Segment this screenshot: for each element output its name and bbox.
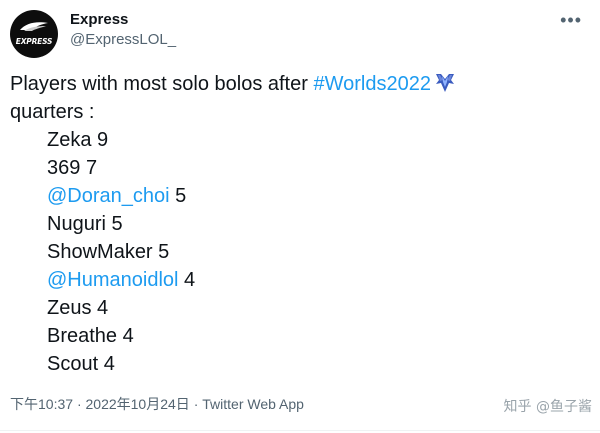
player-mention-link[interactable]: @Doran_choi	[47, 185, 170, 207]
worlds-trophy-icon	[435, 74, 454, 92]
wing-logo-icon	[20, 22, 48, 31]
avatar-wordmark: EXPRESS	[15, 37, 53, 46]
tweet-time[interactable]: 下午10:37	[10, 396, 73, 412]
player-count: 7	[85, 157, 98, 179]
player-mention-link[interactable]: @Humanoidlol	[47, 269, 178, 291]
meta-separator: ·	[193, 396, 199, 412]
meta-separator: ·	[76, 396, 82, 412]
player-row: ShowMaker 5	[47, 238, 570, 266]
player-count: 4	[103, 353, 115, 375]
player-row: Breathe 4	[47, 322, 570, 350]
player-name: Zeus	[47, 297, 92, 319]
tweet-meta: 下午10:37 · 2022年10月24日 · Twitter Web App	[10, 394, 304, 414]
player-count: 9	[97, 129, 109, 151]
zhihu-watermark: 知乎 @鱼子酱	[503, 399, 592, 415]
player-row: 369 7	[47, 154, 570, 182]
intro-line-2: quarters :	[10, 101, 95, 123]
tweet-date[interactable]: 2022年10月24日	[86, 396, 190, 412]
divider	[0, 430, 600, 431]
player-row: Nuguri 5	[47, 210, 570, 238]
player-name: 369	[47, 157, 81, 179]
player-name: ShowMaker	[47, 241, 153, 263]
tweet-text: Players with most solo bolos after #Worl…	[10, 70, 570, 378]
player-count: 4	[97, 297, 109, 319]
author-handle[interactable]: @ExpressLOL_	[70, 31, 176, 48]
intro-text: Players with most solo bolos after	[10, 73, 314, 95]
player-row: @Doran_choi 5	[47, 182, 570, 210]
player-count: 5	[175, 185, 187, 207]
player-name: Nuguri	[47, 213, 106, 235]
player-list: Zeka 9 369 7 @Doran_choi 5 Nuguri 5 ShowMake…	[10, 126, 570, 378]
player-row: @Humanoidlol 4	[47, 266, 570, 294]
tweet-source[interactable]: Twitter Web App	[202, 396, 304, 412]
intro-line: Players with most solo bolos after #Worl…	[10, 70, 570, 98]
player-count: 4	[184, 269, 196, 291]
player-row: Zeka 9	[47, 126, 570, 154]
player-name: Scout	[47, 353, 99, 375]
player-count: 4	[122, 325, 134, 347]
player-name: Zeka	[47, 129, 92, 151]
tweet-header: EXPRESS Express @ExpressLOL_ •••	[10, 10, 590, 58]
hashtag-link[interactable]: #Worlds2022	[313, 73, 430, 95]
more-options-icon[interactable]: •••	[560, 10, 582, 31]
author-name[interactable]: Express	[70, 11, 128, 28]
player-count: 5	[158, 241, 170, 263]
player-name: Breathe	[47, 325, 118, 347]
avatar[interactable]: EXPRESS	[10, 10, 58, 58]
player-row: Scout 4	[47, 350, 570, 378]
player-count: 5	[111, 213, 123, 235]
player-row: Zeus 4	[47, 294, 570, 322]
